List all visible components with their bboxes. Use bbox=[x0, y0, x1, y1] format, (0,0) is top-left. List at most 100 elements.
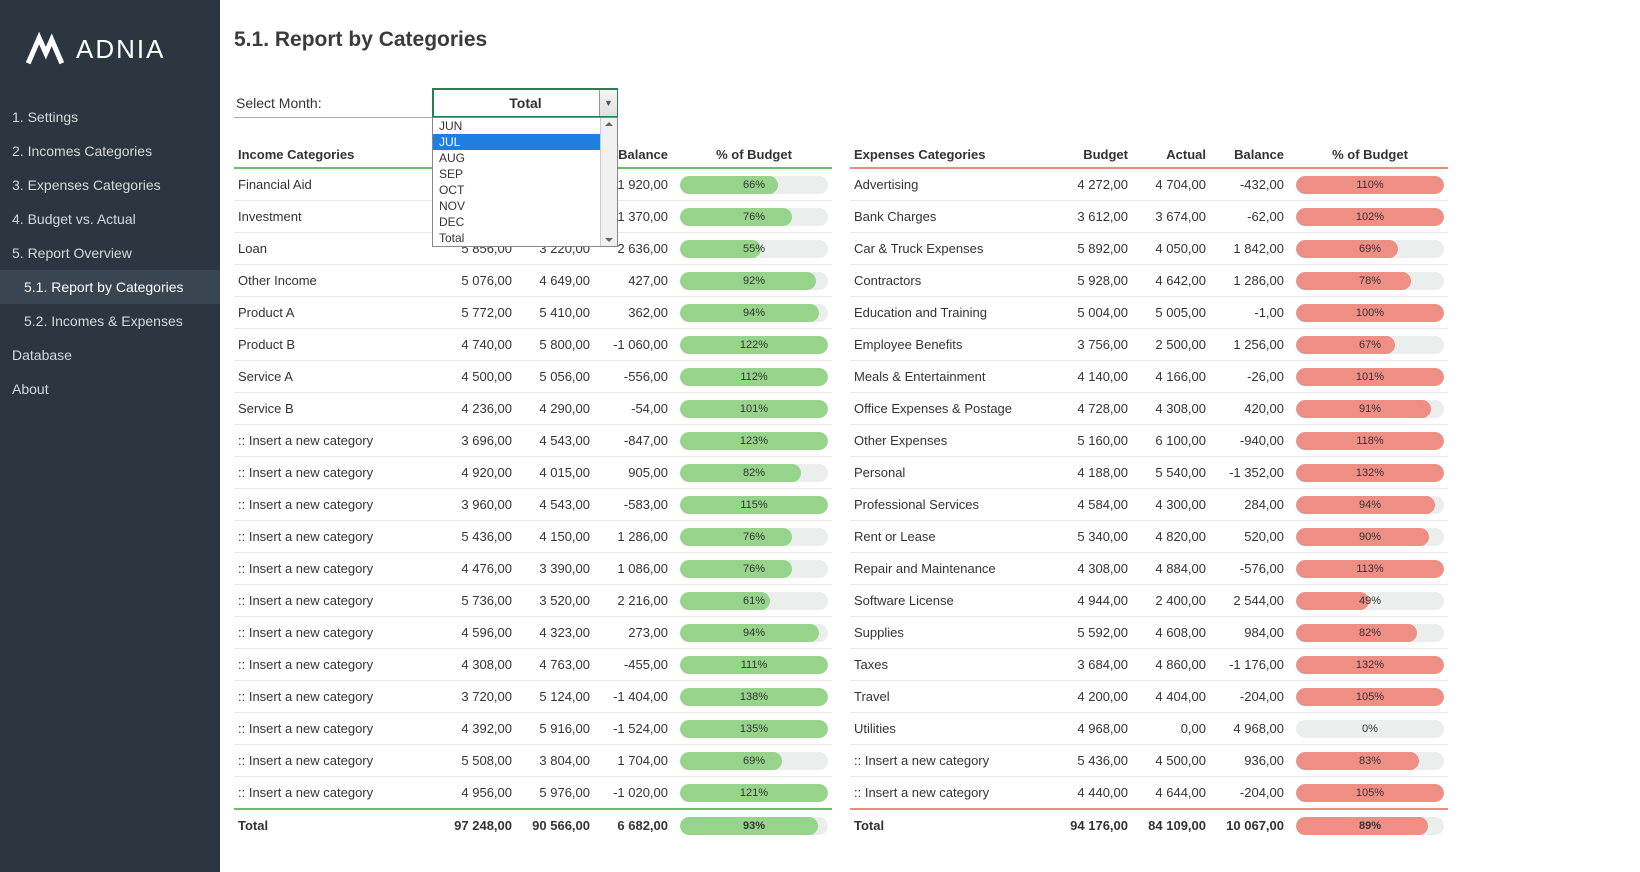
category-cell: Rent or Lease bbox=[850, 521, 1054, 553]
table-row: Repair and Maintenance4 308,004 884,00-5… bbox=[850, 553, 1448, 585]
budget-cell: 4 392,00 bbox=[438, 713, 516, 745]
progress-bar: 112% bbox=[680, 368, 828, 386]
pct-cell: 78% bbox=[1288, 265, 1448, 297]
table-row: :: Insert a new category5 508,003 804,00… bbox=[234, 745, 832, 777]
dropdown-scrollbar[interactable] bbox=[600, 118, 617, 246]
brand-logo: ADNIA bbox=[0, 18, 220, 100]
dropdown-option[interactable]: OCT bbox=[433, 182, 617, 198]
balance-cell: 4 968,00 bbox=[1210, 713, 1288, 745]
pct-cell: 115% bbox=[672, 489, 832, 521]
balance-cell: -1 524,00 bbox=[594, 713, 672, 745]
col-header: Income Categories bbox=[234, 140, 438, 168]
table-row: Travel4 200,004 404,00-204,00105% bbox=[850, 681, 1448, 713]
budget-cell: 4 272,00 bbox=[1054, 168, 1132, 201]
pct-cell: 94% bbox=[1288, 489, 1448, 521]
balance-cell: -26,00 bbox=[1210, 361, 1288, 393]
dropdown-option[interactable]: NOV bbox=[433, 198, 617, 214]
actual-cell: 4 608,00 bbox=[1132, 617, 1210, 649]
dropdown-option[interactable]: JUN bbox=[433, 118, 617, 134]
table-row: Rent or Lease5 340,004 820,00520,0090% bbox=[850, 521, 1448, 553]
actual-cell: 4 763,00 bbox=[516, 649, 594, 681]
budget-cell: 5 004,00 bbox=[1054, 297, 1132, 329]
sidebar-item[interactable]: 5.2. Incomes & Expenses bbox=[0, 304, 220, 338]
budget-cell: 4 308,00 bbox=[438, 649, 516, 681]
dropdown-option[interactable]: Total bbox=[433, 230, 617, 246]
pct-cell: 55% bbox=[672, 233, 832, 265]
sidebar-item[interactable]: Database bbox=[0, 338, 220, 372]
balance-cell: -847,00 bbox=[594, 425, 672, 457]
category-cell: Other Expenses bbox=[850, 425, 1054, 457]
table-row: :: Insert a new category4 308,004 763,00… bbox=[234, 649, 832, 681]
dropdown-trigger-icon[interactable]: ▼ bbox=[599, 90, 617, 116]
table-row: Service B4 236,004 290,00-54,00101% bbox=[234, 393, 832, 425]
dropdown-option[interactable]: SEP bbox=[433, 166, 617, 182]
budget-cell: 3 960,00 bbox=[438, 489, 516, 521]
category-cell: Product B bbox=[234, 329, 438, 361]
table-row: :: Insert a new category3 960,004 543,00… bbox=[234, 489, 832, 521]
balance-cell: -556,00 bbox=[594, 361, 672, 393]
pct-cell: 61% bbox=[672, 585, 832, 617]
balance-cell: 905,00 bbox=[594, 457, 672, 489]
balance-cell: -576,00 bbox=[1210, 553, 1288, 585]
actual-cell: 4 050,00 bbox=[1132, 233, 1210, 265]
table-row: Personal4 188,005 540,00-1 352,00132% bbox=[850, 457, 1448, 489]
progress-bar: 91% bbox=[1296, 400, 1444, 418]
actual-cell: 5 124,00 bbox=[516, 681, 594, 713]
filter-label: Select Month: bbox=[234, 89, 432, 118]
sidebar-item[interactable]: 4. Budget vs. Actual bbox=[0, 202, 220, 236]
sidebar-item[interactable]: 1. Settings bbox=[0, 100, 220, 134]
category-cell: Office Expenses & Postage bbox=[850, 393, 1054, 425]
sidebar-item[interactable]: 2. Incomes Categories bbox=[0, 134, 220, 168]
balance-cell: 362,00 bbox=[594, 297, 672, 329]
balance-cell: -204,00 bbox=[1210, 777, 1288, 810]
category-cell: Service B bbox=[234, 393, 438, 425]
progress-bar: 105% bbox=[1296, 784, 1444, 802]
progress-bar: 94% bbox=[1296, 496, 1444, 514]
category-cell: :: Insert a new category bbox=[234, 521, 438, 553]
category-cell: Product A bbox=[234, 297, 438, 329]
sidebar: ADNIA 1. Settings2. Incomes Categories3.… bbox=[0, 0, 220, 872]
progress-bar: 102% bbox=[1296, 208, 1444, 226]
pct-cell: 102% bbox=[1288, 201, 1448, 233]
actual-cell: 4 308,00 bbox=[1132, 393, 1210, 425]
category-cell: :: Insert a new category bbox=[234, 585, 438, 617]
actual-cell: 5 916,00 bbox=[516, 713, 594, 745]
budget-cell: 4 308,00 bbox=[1054, 553, 1132, 585]
balance-cell: 1 842,00 bbox=[1210, 233, 1288, 265]
actual-cell: 4 150,00 bbox=[516, 521, 594, 553]
budget-cell: 97 248,00 bbox=[438, 809, 516, 841]
dropdown-option[interactable]: AUG bbox=[433, 150, 617, 166]
month-select[interactable]: Total ▼ bbox=[432, 88, 618, 118]
balance-cell: -583,00 bbox=[594, 489, 672, 521]
balance-cell: 1 704,00 bbox=[594, 745, 672, 777]
category-cell: :: Insert a new category bbox=[234, 457, 438, 489]
progress-bar: 82% bbox=[1296, 624, 1444, 642]
dropdown-option[interactable]: DEC bbox=[433, 214, 617, 230]
progress-bar: 76% bbox=[680, 560, 828, 578]
actual-cell: 4 644,00 bbox=[1132, 777, 1210, 810]
table-row: Utilities4 968,000,004 968,000% bbox=[850, 713, 1448, 745]
progress-bar: 105% bbox=[1296, 688, 1444, 706]
actual-cell: 6 100,00 bbox=[1132, 425, 1210, 457]
budget-cell: 4 236,00 bbox=[438, 393, 516, 425]
actual-cell: 4 642,00 bbox=[1132, 265, 1210, 297]
sidebar-item[interactable]: 5.1. Report by Categories bbox=[0, 270, 220, 304]
progress-bar: 100% bbox=[1296, 304, 1444, 322]
category-cell: Supplies bbox=[850, 617, 1054, 649]
table-row: Meals & Entertainment4 140,004 166,00-26… bbox=[850, 361, 1448, 393]
balance-cell: 284,00 bbox=[1210, 489, 1288, 521]
sidebar-item[interactable]: 5. Report Overview bbox=[0, 236, 220, 270]
pct-cell: 89% bbox=[1288, 809, 1448, 841]
table-row: Total94 176,0084 109,0010 067,0089% bbox=[850, 809, 1448, 841]
category-cell: :: Insert a new category bbox=[234, 713, 438, 745]
progress-bar: 111% bbox=[680, 656, 828, 674]
sidebar-item[interactable]: 3. Expenses Categories bbox=[0, 168, 220, 202]
dropdown-option[interactable]: JUL bbox=[433, 134, 617, 150]
month-select-wrap: Total ▼ JUNJULAUGSEPOCTNOVDECTotal bbox=[432, 88, 618, 118]
balance-cell: 1 286,00 bbox=[594, 521, 672, 553]
category-cell: Contractors bbox=[850, 265, 1054, 297]
sidebar-item[interactable]: About bbox=[0, 372, 220, 406]
balance-cell: 1 256,00 bbox=[1210, 329, 1288, 361]
table-row: Other Expenses5 160,006 100,00-940,00118… bbox=[850, 425, 1448, 457]
pct-cell: 76% bbox=[672, 521, 832, 553]
